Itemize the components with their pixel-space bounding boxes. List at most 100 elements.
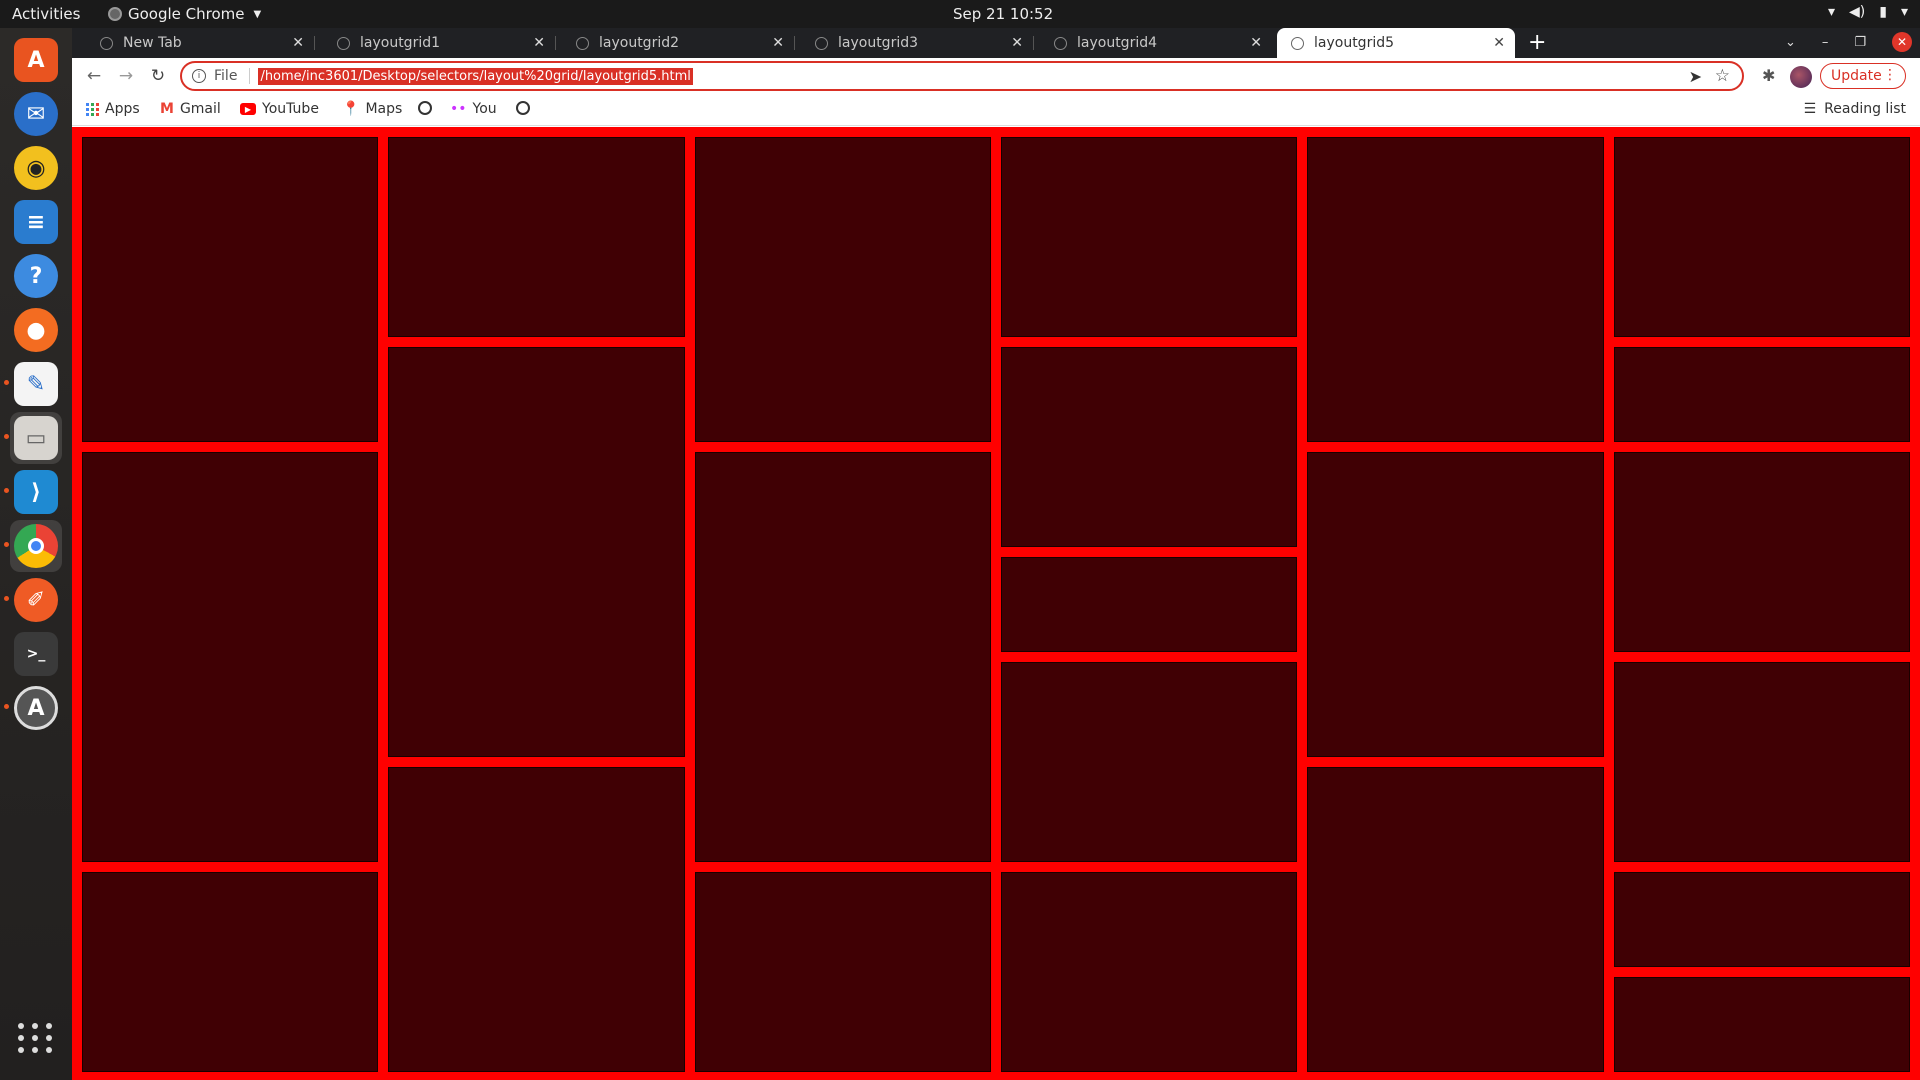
app-menu-label: Google Chrome [128,5,245,23]
grid-cell [1001,872,1298,1072]
tab-label: layoutgrid1 [360,35,441,51]
youtube-icon: ▶ [240,103,256,115]
tab-label: layoutgrid5 [1314,35,1395,51]
close-window-button[interactable]: ✕ [1892,32,1912,52]
masonry-grid [82,137,1910,1072]
bookmark-label: Gmail [179,101,221,117]
reload-button[interactable]: ↻ [146,64,170,88]
grid-cell [388,137,685,337]
running-indicator [4,488,9,493]
rhythmbox-icon: ◉ [14,146,58,190]
dock-thunderbird[interactable]: ✉ [10,88,62,140]
app-menu[interactable]: Google Chrome ▼ [108,5,261,23]
bookmarks-bar: Apps M Gmail ▶ YouTube 📍 Maps •• You ☰ R… [72,94,1920,126]
globe-icon [815,36,828,50]
grid-cell [694,872,991,1072]
tab-new-tab[interactable]: New Tab ✕ [86,28,315,58]
update-label: Update [1831,68,1882,84]
tab-separator [314,36,315,50]
bookmark-maps[interactable]: 📍 Maps [342,101,402,117]
close-tab-icon[interactable]: ✕ [772,35,784,51]
dock-vscode[interactable]: ⟩ [4,466,62,518]
bookmark-globe-1[interactable] [418,101,438,115]
tab-layoutgrid5[interactable]: layoutgrid5 ✕ [1277,28,1515,58]
dock-writer[interactable]: ≡ [10,196,62,248]
dock-chrome[interactable] [4,520,62,572]
url-text[interactable]: /home/inc3601/Desktop/selectors/layout%2… [258,67,693,85]
dock-postman[interactable]: ✐ [4,574,62,626]
wifi-icon: ▾ [1827,4,1836,20]
tab-layoutgrid3[interactable]: layoutgrid3 ✕ [801,28,1034,58]
terminal-icon: >_ [14,632,58,676]
dock-ubuntu-software[interactable]: A [10,34,62,86]
close-tab-icon[interactable]: ✕ [533,35,545,51]
volume-icon: ◀) [1849,4,1866,20]
globe-icon [576,36,589,50]
dock-rhythmbox[interactable]: ◉ [10,142,62,194]
restore-button[interactable]: ❐ [1854,35,1866,50]
grid-cell [1613,662,1910,862]
bookmark-youtube[interactable]: ▶ YouTube [240,101,319,117]
grid-cell [82,137,379,442]
tab-separator [794,36,795,50]
globe-icon [1054,36,1067,50]
update-button[interactable]: Update ⋮ [1820,63,1906,89]
grid-cell [1307,137,1604,442]
running-indicator [4,596,9,601]
new-tab-button[interactable]: + [1528,30,1546,55]
close-tab-icon[interactable]: ✕ [1250,35,1262,51]
send-to-devices-icon[interactable]: ➤ [1689,67,1702,86]
tab-layoutgrid1[interactable]: layoutgrid1 ✕ [323,28,556,58]
activities-button[interactable]: Activities [12,5,80,23]
bookmark-apps[interactable]: Apps [86,101,140,117]
grid-cell [1001,347,1298,547]
dock-text-editor[interactable]: ✎ [4,358,62,410]
minimize-button[interactable]: – [1822,35,1829,50]
software-updater-icon: A [14,686,58,730]
show-applications-button[interactable] [16,1018,56,1058]
site-info-icon[interactable]: i [192,69,206,83]
close-tab-icon[interactable]: ✕ [1493,35,1505,51]
dock-software-updater[interactable]: A [4,682,62,734]
bookmark-star-icon[interactable]: ☆ [1715,66,1730,86]
dock-files[interactable]: ▭ [4,412,62,464]
grid-cell [1613,347,1910,442]
bookmark-label: Apps [105,101,140,117]
reading-list-icon: ☰ [1803,101,1817,117]
globe-icon [337,36,350,50]
tab-search-icon[interactable]: ⌄ [1785,35,1796,50]
dock-terminal[interactable]: >_ [10,628,62,680]
caret-down-icon: ▾ [1900,4,1908,20]
bookmark-globe-2[interactable] [516,101,536,115]
thunderbird-icon: ✉ [14,92,58,136]
tab-layoutgrid4[interactable]: layoutgrid4 ✕ [1040,28,1272,58]
tab-layoutgrid2[interactable]: layoutgrid2 ✕ [562,28,795,58]
system-top-bar: Activities Google Chrome ▼ Sep 21 10:52 … [0,0,1920,28]
forward-button[interactable]: → [114,64,138,88]
grid-cell [82,452,379,862]
grid-cell [1307,767,1604,1072]
bookmark-gmail[interactable]: M Gmail [160,101,221,117]
clock[interactable]: Sep 21 10:52 [953,5,1053,23]
grid-cell [388,767,685,1072]
bookmark-you[interactable]: •• You [450,101,497,117]
close-tab-icon[interactable]: ✕ [1011,35,1023,51]
tab-label: layoutgrid2 [599,35,680,51]
dock-help[interactable]: ? [10,250,62,302]
extensions-puzzle-icon[interactable]: ✱ [1762,66,1775,85]
tab-label: New Tab [123,35,182,51]
address-bar[interactable]: i File /home/inc3601/Desktop/selectors/l… [180,61,1744,91]
running-indicator [4,704,9,709]
tab-strip: New Tab ✕ layoutgrid1 ✕ layoutgrid2 ✕ la… [72,28,1920,58]
bookmark-label: Maps [365,101,403,117]
tab-label: layoutgrid4 [1077,35,1158,51]
divider [249,68,251,84]
system-tray[interactable]: ▾ ◀) ▮ ▾ [1828,4,1908,20]
firefox-icon: ● [14,308,58,352]
reading-list-button[interactable]: ☰ Reading list [1804,101,1906,117]
chrome-window: New Tab ✕ layoutgrid1 ✕ layoutgrid2 ✕ la… [72,28,1920,1080]
close-tab-icon[interactable]: ✕ [292,35,304,51]
back-button[interactable]: ← [82,64,106,88]
profile-avatar[interactable] [1790,66,1812,88]
dock-firefox[interactable]: ● [10,304,62,356]
